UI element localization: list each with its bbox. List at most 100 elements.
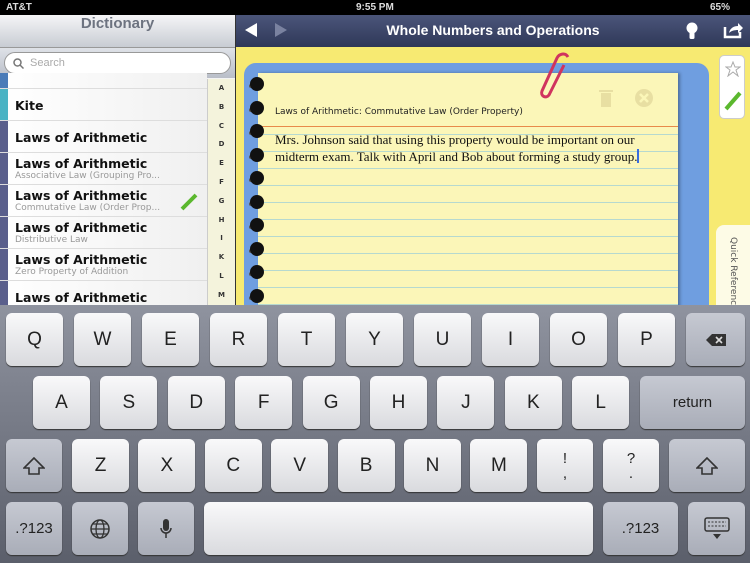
index-letter[interactable]: M xyxy=(208,286,235,305)
shift-key-left[interactable] xyxy=(6,439,62,492)
backspace-icon xyxy=(705,333,726,346)
numbers-key-left[interactable]: .?123 xyxy=(6,502,62,555)
page-title: Whole Numbers and Operations xyxy=(386,22,600,38)
backspace-key[interactable] xyxy=(686,313,745,366)
key-a[interactable]: A xyxy=(33,376,90,429)
clock: 9:55 PM xyxy=(356,2,394,13)
numbers-key-right[interactable]: .?123 xyxy=(603,502,678,555)
key-c[interactable]: C xyxy=(204,439,262,492)
key-t[interactable]: T xyxy=(278,313,335,366)
key-s[interactable]: S xyxy=(100,376,158,429)
list-item[interactable]: Laws of Arithmetic Zero Property of Addit… xyxy=(0,249,207,281)
index-letter[interactable]: B xyxy=(208,98,235,117)
key-label: C xyxy=(226,454,241,476)
list-item[interactable]: Kite xyxy=(0,89,207,121)
key-label: J xyxy=(461,391,471,413)
key-y[interactable]: Y xyxy=(346,313,403,366)
key-n[interactable]: N xyxy=(404,439,461,492)
key-x[interactable]: X xyxy=(138,439,196,492)
item-title: Laws of Arithmetic xyxy=(15,252,148,267)
key-q[interactable]: Q xyxy=(6,313,63,366)
key-m[interactable]: M xyxy=(470,439,528,492)
key-h[interactable]: H xyxy=(370,376,427,429)
index-letter[interactable]: C xyxy=(208,117,235,136)
key-r[interactable]: R xyxy=(210,313,267,366)
close-icon[interactable] xyxy=(634,88,654,112)
carrier: AT&T xyxy=(6,2,32,13)
key-k[interactable]: K xyxy=(504,376,562,429)
key-o[interactable]: O xyxy=(550,313,607,366)
keyboard-hide-icon xyxy=(703,516,730,539)
note-page[interactable]: Laws of Arithmetic: Commutative Law (Ord… xyxy=(258,73,678,305)
key-label: ? xyxy=(626,449,636,467)
key-label: P xyxy=(640,328,653,350)
quick-reference-tab[interactable]: Quick Reference xyxy=(716,225,750,305)
globe-key[interactable] xyxy=(72,502,128,555)
note-text: Mrs. Johnson said that using this proper… xyxy=(275,132,638,164)
ring xyxy=(250,194,264,209)
key-z[interactable]: Z xyxy=(72,439,129,492)
list-item[interactable] xyxy=(0,73,207,89)
key-label: H xyxy=(391,391,406,413)
key-l[interactable]: L xyxy=(572,376,630,429)
search-placeholder: Search xyxy=(30,57,65,69)
list-item[interactable]: Laws of Arithmetic Distributive Law xyxy=(0,217,207,249)
item-title: Laws of Arithmetic xyxy=(15,290,148,305)
index-letter[interactable]: D xyxy=(208,135,235,154)
key-p[interactable]: P xyxy=(618,313,675,366)
list-item[interactable]: Laws of Arithmetic xyxy=(0,281,207,305)
question-key[interactable]: ?. xyxy=(603,439,659,492)
shift-key-right[interactable] xyxy=(669,439,745,492)
index-letter[interactable]: I xyxy=(208,229,235,248)
key-j[interactable]: J xyxy=(437,376,495,429)
key-label: S xyxy=(122,391,136,413)
key-w[interactable]: W xyxy=(74,313,131,366)
list-item[interactable]: Laws of Arithmetic Associative Law (Group… xyxy=(0,153,207,185)
exclamation-key[interactable]: !, xyxy=(537,439,593,492)
return-key[interactable]: return xyxy=(640,376,745,429)
key-v[interactable]: V xyxy=(271,439,329,492)
index-letter[interactable]: L xyxy=(208,267,235,286)
index-letter[interactable]: E xyxy=(208,154,235,173)
list-item[interactable]: Laws of Arithmetic Commutative Law (Order… xyxy=(0,185,207,217)
alphabet-index[interactable]: ABCDEFGHIKLM xyxy=(207,79,235,305)
note-body[interactable]: Mrs. Johnson said that using this proper… xyxy=(275,131,650,165)
trash-icon[interactable] xyxy=(598,88,614,112)
key-d[interactable]: D xyxy=(167,376,225,429)
item-title: Laws of Arithmetic xyxy=(15,220,148,235)
index-letter[interactable]: G xyxy=(208,192,235,211)
key-label: O xyxy=(571,328,586,350)
dictation-key[interactable] xyxy=(138,502,194,555)
key-label: Y xyxy=(368,328,381,350)
index-letter[interactable]: H xyxy=(208,211,235,230)
star-icon[interactable] xyxy=(724,60,742,81)
key-i[interactable]: I xyxy=(482,313,539,366)
key-e[interactable]: E xyxy=(142,313,199,366)
key-label: Z xyxy=(94,454,107,476)
index-letter[interactable]: K xyxy=(208,248,235,267)
search-icon xyxy=(13,57,24,69)
share-icon[interactable] xyxy=(723,21,743,43)
key-u[interactable]: U xyxy=(414,313,471,366)
space-key[interactable] xyxy=(204,502,593,555)
index-letter[interactable]: F xyxy=(208,173,235,192)
pencil-icon[interactable] xyxy=(724,91,742,115)
index-letter[interactable]: A xyxy=(208,79,235,98)
key-f[interactable]: F xyxy=(235,376,293,429)
lightbulb-icon[interactable] xyxy=(686,21,698,45)
key-label: G xyxy=(323,391,339,413)
key-label: N xyxy=(425,454,440,476)
key-g[interactable]: G xyxy=(302,376,360,429)
list-item[interactable]: Laws of Arithmetic xyxy=(0,121,207,153)
pencil-icon xyxy=(180,193,198,215)
search-input[interactable]: Search xyxy=(4,52,231,74)
key-label: B xyxy=(359,454,373,476)
ring xyxy=(250,124,264,138)
key-b[interactable]: B xyxy=(337,439,395,492)
spiral-binding xyxy=(236,77,264,305)
hide-keyboard-key[interactable] xyxy=(688,502,745,555)
key-label: F xyxy=(257,391,270,413)
key-label: . xyxy=(628,464,634,482)
item-title: Laws of Arithmetic xyxy=(15,188,148,203)
key-label: , xyxy=(562,464,568,482)
